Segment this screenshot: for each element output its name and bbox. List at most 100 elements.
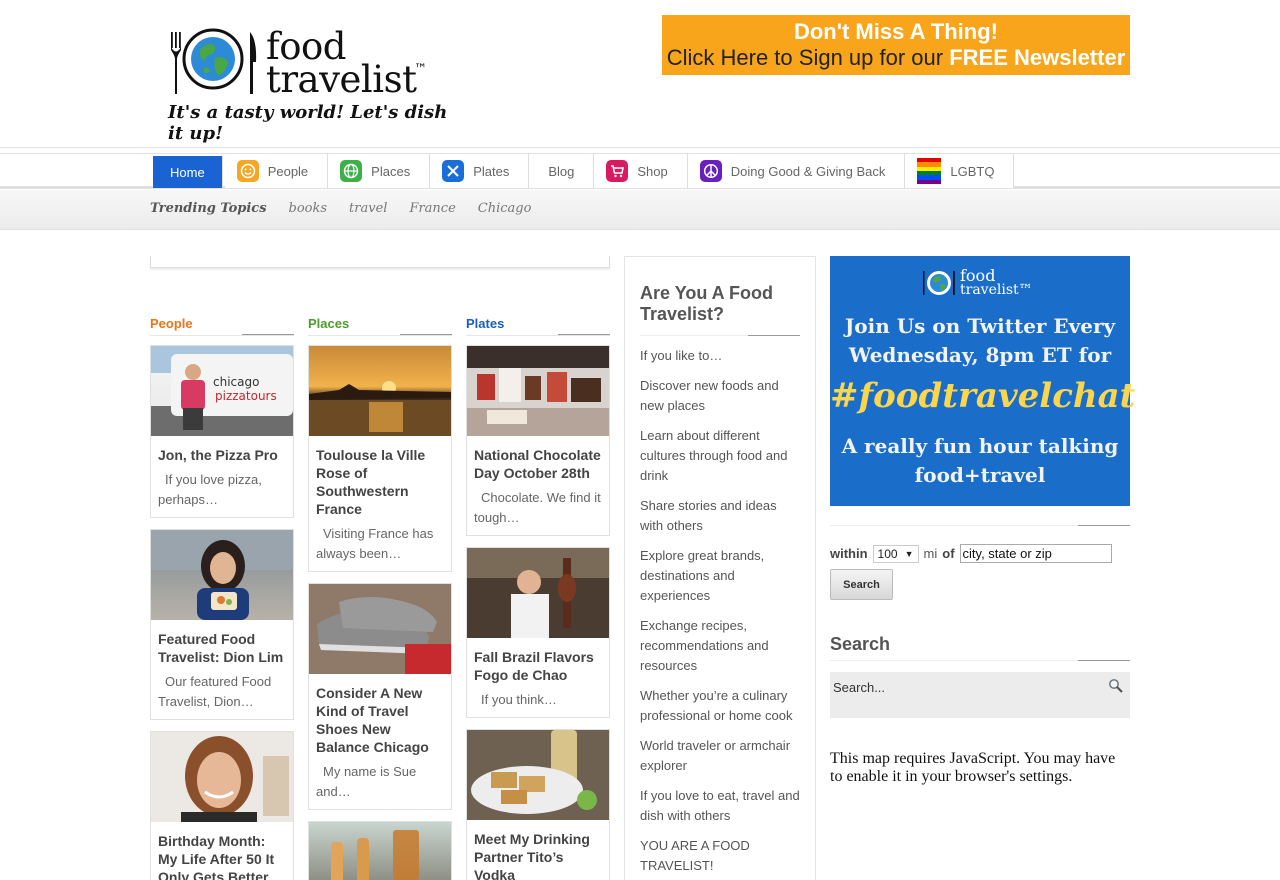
- search-heading: Search: [830, 634, 891, 654]
- globe-icon: [340, 160, 363, 182]
- nav-places[interactable]: Places: [328, 154, 431, 188]
- peace-icon: [699, 160, 722, 182]
- nav-doing-good-label: Doing Good & Giving Back: [730, 163, 886, 179]
- post-excerpt: My name is Sue and…: [316, 764, 417, 799]
- people-heading[interactable]: People: [150, 316, 294, 336]
- post-card: Consider A New Kind of Travel Shoes New …: [308, 583, 452, 810]
- people-heading-label: People: [150, 316, 193, 331]
- location-search-form: within 100 ▼ mi of: [830, 544, 1112, 563]
- trending-label: Trending Topics: [150, 201, 267, 216]
- post-excerpt: Visiting France has always been…: [316, 526, 434, 561]
- places-heading-label: Places: [308, 316, 350, 331]
- list-item: Whether you’re a culinary professional o…: [640, 688, 793, 723]
- svg-text:pizzatours: pizzatours: [215, 389, 277, 403]
- banner-line1: Join Us on Twitter Every: [844, 314, 1116, 338]
- post-excerpt: If you love pizza, perhaps…: [158, 472, 262, 507]
- nav-blog[interactable]: Blog: [529, 154, 595, 188]
- list-item: Explore great brands, destinations and e…: [640, 548, 765, 603]
- sneakers-photo[interactable]: [309, 584, 451, 674]
- newsletter-free-text: FREE Newsletter: [949, 45, 1126, 70]
- post-card: Meet My Drinking Partner Tito’s Vodka: [466, 729, 610, 880]
- post-excerpt: Our featured Food Travelist, Dion…: [158, 674, 272, 709]
- nav-lgbtq[interactable]: LGBTQ: [905, 154, 1015, 188]
- list-item: Discover new foods and new places: [640, 378, 779, 413]
- list-item: If you like to…: [640, 348, 723, 363]
- nav-home-label: Home: [170, 164, 205, 180]
- post-title[interactable]: Fall Brazil Flavors Fogo de Chao: [467, 638, 609, 688]
- chocolate-products-photo[interactable]: [467, 346, 609, 436]
- post-title[interactable]: Consider A New Kind of Travel Shoes New …: [309, 674, 451, 760]
- plates-column: Plates National Chocolate Day October 28…: [466, 316, 610, 880]
- post-card: Toulouse la Ville Rose of Southwestern F…: [308, 345, 452, 572]
- places-column: Places Toulouse la Ville Rose of Southwe…: [308, 316, 452, 880]
- nav-plates-label: Plates: [473, 163, 510, 179]
- skewers-drinks-photo[interactable]: [309, 822, 451, 880]
- site-header: food travelist ™ It's a tasty world! Let…: [0, 0, 1280, 148]
- fork-knife-icon: [442, 160, 465, 182]
- search-icon[interactable]: [1108, 678, 1124, 694]
- post-card: Birthday Month: My Life After 50 It Only…: [150, 731, 294, 880]
- divider: [830, 525, 1130, 526]
- nav-blog-label: Blog: [548, 163, 575, 179]
- post-title[interactable]: Birthday Month: My Life After 50 It Only…: [151, 822, 293, 880]
- newsletter-subline: Click Here to Sign up for our FREE Newsl…: [662, 45, 1130, 71]
- post-title[interactable]: Meet My Drinking Partner Tito’s Vodka: [467, 820, 609, 880]
- post-excerpt: If you think…: [481, 692, 557, 707]
- chef-meat-photo[interactable]: [467, 548, 609, 638]
- post-card: National Chocolate Day October 28th Choc…: [466, 345, 610, 536]
- nav-people-label: People: [267, 163, 309, 179]
- woman-holding-food-photo[interactable]: [151, 530, 293, 620]
- nav-lgbtq-label: LGBTQ: [950, 163, 995, 179]
- sunset-river-photo[interactable]: [309, 346, 451, 436]
- nav-places-label: Places: [371, 163, 411, 179]
- list-item: Share stories and ideas with others: [640, 498, 777, 533]
- newsletter-subline-text: Click Here to Sign up for our: [666, 45, 944, 70]
- places-heading[interactable]: Places: [308, 316, 452, 336]
- list-item: YOU ARE A FOOD TRAVELIST!: [640, 838, 750, 873]
- dropdown-arrow-icon: ▼: [904, 548, 914, 559]
- site-logo[interactable]: food travelist ™ It's a tasty world! Let…: [150, 14, 450, 144]
- plates-heading[interactable]: Plates: [466, 316, 610, 336]
- banner-hashtag: #foodtravelchat: [830, 376, 1136, 416]
- about-widget-title: Are You A Food Travelist?: [640, 283, 800, 336]
- nav-doing-good[interactable]: Doing Good & Giving Back: [687, 154, 906, 188]
- distance-select[interactable]: 100 ▼: [872, 544, 919, 563]
- twitter-chat-banner[interactable]: food travelist™ Join Us on Twitter Every…: [830, 256, 1136, 506]
- post-card: Featured Food Travelist: Dion Lim Our fe…: [150, 529, 294, 720]
- smiley-icon: [236, 160, 259, 182]
- divider: [830, 660, 1130, 661]
- trademark-mark: ™: [414, 62, 427, 77]
- trending-topic-travel[interactable]: travel: [349, 201, 387, 216]
- banner-logo: food travelist™: [922, 268, 1033, 298]
- location-search-button[interactable]: Search: [830, 569, 893, 600]
- list-item: If you love to eat, travel and dish with…: [640, 788, 800, 823]
- trending-topic-france[interactable]: France: [409, 201, 455, 216]
- banner-line3: A really fun hour talking: [841, 434, 1119, 458]
- post-title[interactable]: Toulouse la Ville Rose of Southwestern F…: [309, 436, 451, 522]
- globe-plate-icon: [923, 271, 955, 295]
- svg-text:chicago: chicago: [213, 375, 259, 389]
- rainbow-flag-icon: [917, 158, 942, 184]
- nav-people[interactable]: People: [224, 154, 329, 188]
- post-title[interactable]: Jon, the Pizza Pro: [151, 436, 293, 468]
- search-widget: [830, 672, 1130, 718]
- newsletter-signup-banner[interactable]: Don't Miss A Thing! Click Here to Sign u…: [662, 15, 1130, 75]
- nav-plates[interactable]: Plates: [430, 154, 530, 188]
- woman-portrait-photo[interactable]: [151, 732, 293, 822]
- post-title[interactable]: National Chocolate Day October 28th: [467, 436, 609, 486]
- cart-icon: [606, 160, 629, 182]
- nav-home[interactable]: Home: [153, 156, 223, 188]
- main-navigation: Home People Places Plates Blog Shop Doin…: [0, 153, 1280, 189]
- search-input[interactable]: [833, 678, 1103, 696]
- pizza-tour-van-photo[interactable]: chicago pizzatours: [151, 346, 293, 436]
- banner-logo-line2: travelist™: [960, 282, 1033, 298]
- nav-shop[interactable]: Shop: [594, 154, 688, 188]
- newsletter-headline: Don't Miss A Thing!: [793, 19, 998, 44]
- location-input[interactable]: [959, 544, 1112, 563]
- bread-and-drink-photo[interactable]: [467, 730, 609, 820]
- trending-topic-books[interactable]: books: [289, 201, 328, 216]
- post-title[interactable]: Featured Food Travelist: Dion Lim: [151, 620, 293, 670]
- trending-topic-chicago[interactable]: Chicago: [478, 201, 532, 216]
- nav-shop-label: Shop: [637, 163, 668, 179]
- featured-slider-box: [150, 256, 610, 268]
